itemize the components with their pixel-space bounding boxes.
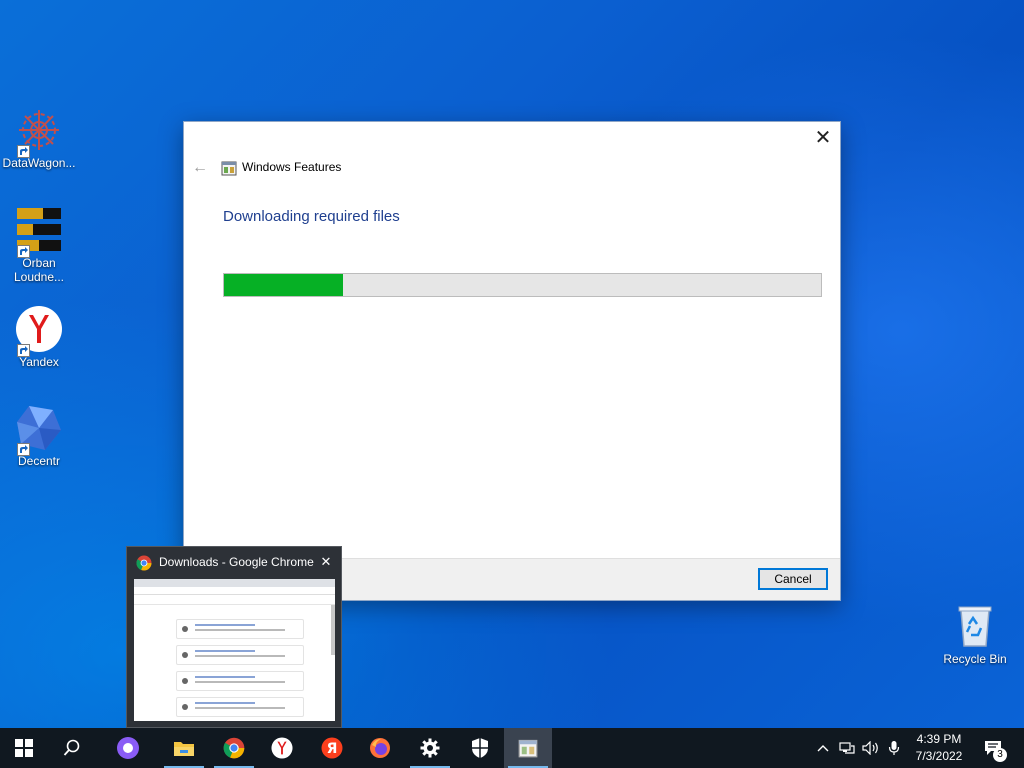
- shortcut-arrow-icon: [17, 245, 30, 258]
- desktop-icon-orban[interactable]: Orban Loudne...: [0, 206, 78, 284]
- windows-features-taskbar-button[interactable]: [504, 728, 552, 768]
- thumb-download-item: [176, 697, 304, 717]
- settings-gear-icon: [420, 738, 440, 758]
- preview-close-icon[interactable]: ✕: [317, 553, 335, 571]
- taskbar-clock[interactable]: 4:39 PM 7/3/2022: [904, 731, 974, 765]
- thumb-download-item: [176, 645, 304, 665]
- close-button[interactable]: ✕: [806, 122, 840, 152]
- thumb-urlbar: [134, 587, 335, 595]
- windows-features-icon: [221, 160, 237, 176]
- clock-date: 7/3/2022: [915, 749, 963, 763]
- desktop: DataWagon... Orban Loudne... Yandex Dece…: [0, 0, 1024, 728]
- svg-text:Я: Я: [327, 741, 338, 757]
- security-shield-icon: [472, 738, 488, 758]
- desktop-icon-label: Recycle Bin: [943, 652, 1007, 666]
- taskbar-thumbnail-preview[interactable]: Downloads - Google Chrome ✕: [126, 546, 342, 728]
- chrome-icon: [223, 737, 245, 759]
- yandex-browser-icon: [15, 305, 63, 357]
- chrome-button[interactable]: [210, 728, 258, 768]
- settings-button[interactable]: [406, 728, 454, 768]
- firefox-icon: [370, 738, 390, 758]
- network-icon[interactable]: [836, 728, 858, 768]
- thumb-download-item: [176, 671, 304, 691]
- taskbar: Я 4:39 PM 7/3/2022: [0, 728, 1024, 768]
- volume-icon[interactable]: [860, 728, 882, 768]
- firefox-button[interactable]: [356, 728, 404, 768]
- search-icon: [63, 739, 80, 756]
- recycle-bin-icon: [951, 602, 999, 650]
- desktop-icon-label: Decentr: [17, 454, 61, 468]
- yandex-browser-icon: [271, 737, 293, 759]
- notification-count-badge: 3: [993, 748, 1007, 762]
- preview-thumbnail[interactable]: [134, 579, 335, 721]
- desktop-icon-label: DataWagon...: [2, 156, 76, 170]
- preview-title: Downloads - Google Chrome: [159, 555, 314, 569]
- search-button[interactable]: [48, 728, 96, 768]
- alice-icon: [117, 737, 139, 759]
- dialog-heading: Downloading required files: [223, 208, 400, 225]
- thumb-download-item: [176, 619, 304, 639]
- windows-start-icon: [15, 739, 33, 757]
- windows-features-dialog: ✕ ← Windows Features Downloading require…: [183, 121, 841, 601]
- thumb-tabbar: [134, 579, 335, 587]
- progress-fill: [224, 274, 344, 296]
- yandex-icon: Я: [321, 737, 343, 759]
- desktop-icon-datawagon[interactable]: DataWagon...: [0, 106, 78, 170]
- windows-features-icon: [518, 739, 538, 758]
- chrome-icon: [136, 555, 152, 571]
- show-hidden-icons-chevron-icon[interactable]: [814, 728, 832, 768]
- start-button[interactable]: [0, 728, 48, 768]
- datawagon-icon: [15, 106, 63, 158]
- microphone-icon[interactable]: [884, 728, 904, 768]
- desktop-icon-label: Yandex: [19, 355, 59, 369]
- yandex-button[interactable]: Я: [308, 728, 356, 768]
- shortcut-arrow-icon: [17, 145, 30, 158]
- file-explorer-icon: [174, 742, 194, 756]
- desktop-icon-decentr[interactable]: Decentr: [0, 404, 78, 468]
- thumb-scrollbar: [331, 605, 335, 655]
- alice-button[interactable]: [104, 728, 152, 768]
- yandex-browser-button[interactable]: [258, 728, 306, 768]
- back-arrow-icon[interactable]: ←: [190, 158, 210, 178]
- clock-time: 4:39 PM: [916, 732, 962, 746]
- shortcut-arrow-icon: [17, 344, 30, 357]
- file-explorer-button[interactable]: [160, 728, 208, 768]
- desktop-icon-recycle-bin[interactable]: Recycle Bin: [936, 602, 1014, 666]
- download-progress-bar: [223, 273, 822, 297]
- decentr-icon: [15, 404, 63, 456]
- orban-loudness-icon: [15, 206, 63, 258]
- dialog-title: Windows Features: [242, 160, 342, 174]
- windows-security-button[interactable]: [456, 728, 504, 768]
- thumb-header: [134, 595, 335, 605]
- cancel-button[interactable]: Cancel: [758, 568, 828, 590]
- desktop-icon-yandex[interactable]: Yandex: [0, 305, 78, 369]
- desktop-icon-label: Orban Loudne...: [13, 256, 65, 284]
- shortcut-arrow-icon: [17, 443, 30, 456]
